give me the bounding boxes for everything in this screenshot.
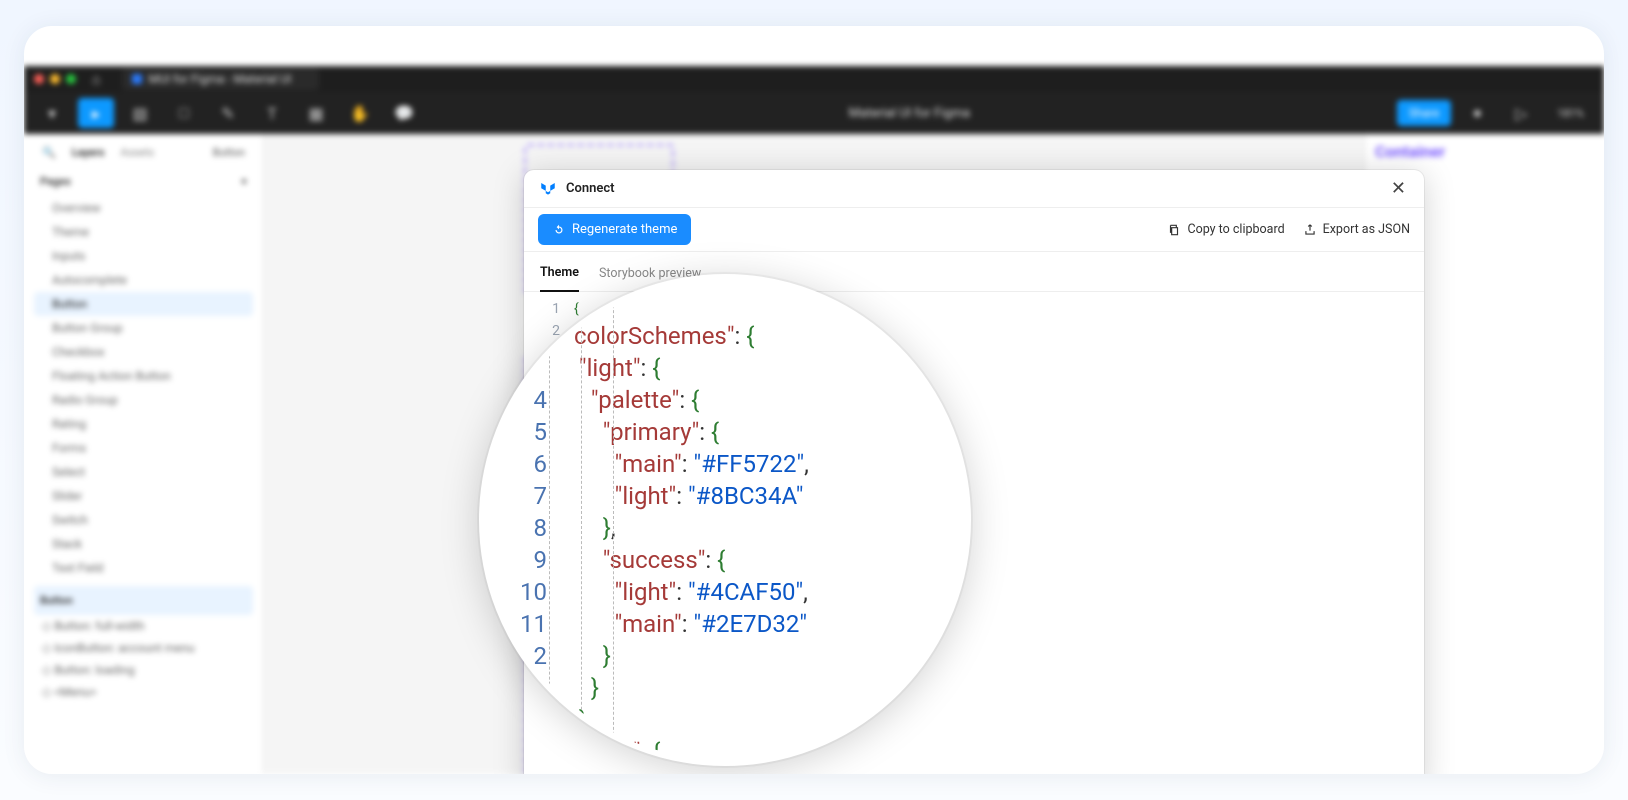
sidebar-page-item[interactable]: Stack — [34, 532, 253, 556]
assets-tab[interactable]: Assets — [120, 146, 154, 159]
code-line: 7 "light": "#8BC34A" — [515, 480, 809, 512]
search-icon[interactable]: 🔍 — [42, 146, 56, 159]
sidebar-page-item[interactable]: Autocomplete — [34, 268, 253, 292]
code-line: 4 "palette": { — [515, 384, 809, 416]
traffic-light-min[interactable] — [50, 74, 60, 84]
plugin-title: Connect — [566, 181, 615, 196]
code-line: 2 }, — [515, 704, 809, 736]
sidebar-page-item[interactable]: Floating Action Button — [34, 364, 253, 388]
traffic-light-max[interactable] — [66, 74, 76, 84]
code-line: } — [515, 672, 809, 704]
code-line: 8 }, — [515, 512, 809, 544]
document-tab[interactable]: MUI for Figma - Material UI — [122, 68, 319, 90]
code-line: 11 "main": "#2E7D32" — [515, 608, 809, 640]
shape-tool-icon[interactable]: □ — [166, 98, 202, 128]
export-icon — [1303, 223, 1317, 237]
menu-icon[interactable]: ▾ — [34, 98, 70, 128]
sidebar-page-item[interactable]: Button — [34, 292, 253, 316]
move-tool-icon[interactable]: ▸ — [78, 98, 114, 128]
sidebar-page-item[interactable]: Forms — [34, 436, 253, 460]
sidebar-page-item[interactable]: Select — [34, 460, 253, 484]
close-icon[interactable]: ✕ — [1387, 174, 1410, 203]
copy-icon — [1167, 223, 1181, 237]
code-line: "light": { — [515, 352, 809, 384]
pages-header: Pages — [40, 175, 71, 188]
zoom-level[interactable]: 181% — [1547, 107, 1594, 120]
sidebar-page-item[interactable]: Text Field — [34, 556, 253, 580]
code-line: "colorSchemes": { — [515, 320, 809, 352]
sidebar-layer-item[interactable]: ◇ IconButton: account menu — [34, 637, 253, 659]
sidebar-page-item[interactable]: Button Group — [34, 316, 253, 340]
magnifier-lens: "colorSchemes": { "light": {4 "palette":… — [479, 274, 971, 766]
layout-grid-icon[interactable]: ▦ — [298, 98, 334, 128]
sidebar-page-item[interactable]: Checkbox — [34, 340, 253, 364]
share-button[interactable]: Share — [1397, 100, 1452, 126]
sidebar-page-item[interactable]: Switch — [34, 508, 253, 532]
home-icon[interactable]: ⌂ — [92, 71, 100, 88]
sidebar-page-item[interactable]: Theme — [34, 220, 253, 244]
sidebar-page-item[interactable]: Inputs — [34, 244, 253, 268]
hand-tool-icon[interactable]: ✋ — [342, 98, 378, 128]
export-json-button[interactable]: Export as JSON — [1303, 222, 1410, 237]
sidebar-page-item[interactable]: Overview — [34, 196, 253, 220]
sidebar-page-item[interactable]: Rating — [34, 412, 253, 436]
figma-toolbar: ▾ ▸ ▧ □ ✎ T ▦ ✋ 💬 Material UI for Figma … — [24, 92, 1604, 134]
comment-tool-icon[interactable]: 💬 — [386, 98, 422, 128]
sidebar-page-item[interactable]: Slider — [34, 484, 253, 508]
copy-to-clipboard-button[interactable]: Copy to clipboard — [1167, 222, 1284, 237]
filter-label: Button — [213, 146, 245, 159]
add-page-icon[interactable]: + — [241, 175, 247, 188]
code-line: 5 "primary": { — [515, 416, 809, 448]
container-label: Container — [1375, 142, 1594, 161]
text-tool-icon[interactable]: T — [254, 98, 290, 128]
code-line: 2 } — [515, 640, 809, 672]
pen-tool-icon[interactable]: ✎ — [210, 98, 246, 128]
sidebar-layer-item[interactable]: ◇ Button: full-width — [34, 615, 253, 637]
regenerate-theme-button[interactable]: Regenerate theme — [538, 214, 691, 245]
code-line: 6 "main": "#FF5722", — [515, 448, 809, 480]
window-titlebar: ⌂ MUI for Figma - Material UI — [24, 66, 1604, 92]
avatar[interactable]: ● — [1459, 98, 1495, 128]
code-line: 9 "success": { — [515, 544, 809, 576]
layers-panel: 🔍 Layers Assets Button Pages + OverviewTh… — [24, 134, 264, 774]
code-line: 10 "light": "#4CAF50", — [515, 576, 809, 608]
sidebar-layer-item[interactable]: ◇ <Menu> — [34, 681, 253, 703]
mui-logo-icon — [538, 179, 558, 199]
traffic-light-close[interactable] — [34, 74, 44, 84]
layers-header: Button — [40, 594, 73, 607]
frame-tool-icon[interactable]: ▧ — [122, 98, 158, 128]
layers-tab[interactable]: Layers — [72, 146, 105, 159]
sidebar-page-item[interactable]: Radio Group — [34, 388, 253, 412]
play-icon[interactable]: ▷ — [1503, 98, 1539, 128]
refresh-icon — [552, 223, 566, 237]
document-title: Material UI for Figma — [430, 106, 1389, 121]
sidebar-layer-item[interactable]: ◇ Button: loading — [34, 659, 253, 681]
